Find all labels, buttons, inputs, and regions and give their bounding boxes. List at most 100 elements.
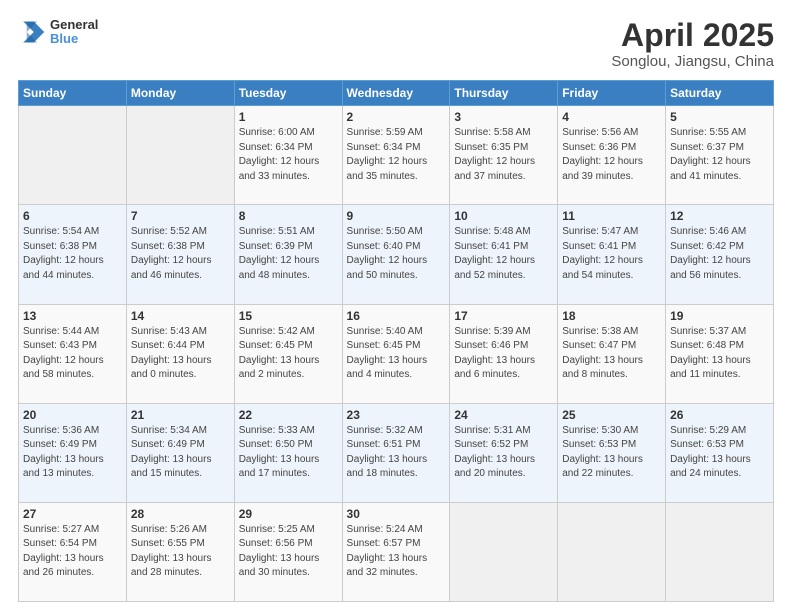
day-info: Sunrise: 5:59 AMSunset: 6:34 PMDaylight:… xyxy=(347,126,446,184)
calendar-cell: 17 Sunrise: 5:39 AMSunset: 6:46 PMDayligh… xyxy=(450,304,558,403)
calendar-week: 20Sunrise: 5:36 AMSunset: 6:49 PMDayligh… xyxy=(19,403,774,502)
day-number: 21 xyxy=(131,408,230,422)
day-info: Sunrise: 5:47 AMSunset: 6:41 PMDaylight:… xyxy=(562,225,661,283)
day-number: 3 xyxy=(454,110,553,124)
day-info: Sunrise: 5:36 AMSunset: 6:49 PMDaylight:… xyxy=(23,424,122,482)
subtitle: Songlou, Jiangsu, China xyxy=(611,53,774,70)
day-number: 22 xyxy=(239,408,338,422)
day-number: 16 xyxy=(347,309,446,323)
calendar-cell: 26Sunrise: 5:29 AMSunset: 6:53 PMDayligh… xyxy=(666,403,774,502)
day-number: 9 xyxy=(347,209,446,223)
day-info: Sunrise: 5:29 AMSunset: 6:53 PMDaylight:… xyxy=(670,424,769,482)
day-info: Sunrise: 5:37 AMSunset: 6:48 PMDaylight:… xyxy=(670,325,769,383)
day-number: 19 xyxy=(670,309,769,323)
calendar-cell: 22 Sunrise: 5:33 AMSunset: 6:50 PMDayligh… xyxy=(234,403,342,502)
logo-line2: Blue xyxy=(50,32,98,46)
calendar-week: 27Sunrise: 5:27 AMSunset: 6:54 PMDayligh… xyxy=(19,502,774,601)
calendar-cell: 23 Sunrise: 5:32 AMSunset: 6:51 PMDayligh… xyxy=(342,403,450,502)
calendar-cell xyxy=(450,502,558,601)
day-info: Sunrise: 5:44 AMSunset: 6:43 PMDaylight:… xyxy=(23,325,122,383)
calendar-cell: 6Sunrise: 5:54 AMSunset: 6:38 PMDaylight… xyxy=(19,205,127,304)
day-number: 2 xyxy=(347,110,446,124)
day-info: Sunrise: 5:40 AMSunset: 6:45 PMDaylight:… xyxy=(347,325,446,383)
calendar-cell: 2 Sunrise: 5:59 AMSunset: 6:34 PMDaylight… xyxy=(342,106,450,205)
calendar-cell: 24Sunrise: 5:31 AMSunset: 6:52 PMDayligh… xyxy=(450,403,558,502)
calendar-cell: 5 Sunrise: 5:55 AMSunset: 6:37 PMDaylight… xyxy=(666,106,774,205)
day-info: Sunrise: 5:46 AMSunset: 6:42 PMDaylight:… xyxy=(670,225,769,283)
day-number: 14 xyxy=(131,309,230,323)
calendar-cell xyxy=(558,502,666,601)
calendar-cell: 18Sunrise: 5:38 AMSunset: 6:47 PMDayligh… xyxy=(558,304,666,403)
calendar-body: 1 Sunrise: 6:00 AMSunset: 6:34 PMDaylight… xyxy=(19,106,774,602)
calendar-cell: 16 Sunrise: 5:40 AMSunset: 6:45 PMDayligh… xyxy=(342,304,450,403)
day-number: 8 xyxy=(239,209,338,223)
calendar-week: 1 Sunrise: 6:00 AMSunset: 6:34 PMDaylight… xyxy=(19,106,774,205)
day-number: 29 xyxy=(239,507,338,521)
day-info: Sunrise: 5:56 AMSunset: 6:36 PMDaylight:… xyxy=(562,126,661,184)
day-info: Sunrise: 5:43 AMSunset: 6:44 PMDaylight:… xyxy=(131,325,230,383)
calendar-cell: 25 Sunrise: 5:30 AMSunset: 6:53 PMDayligh… xyxy=(558,403,666,502)
day-info: Sunrise: 5:25 AMSunset: 6:56 PMDaylight:… xyxy=(239,523,338,581)
day-number: 28 xyxy=(131,507,230,521)
calendar-cell: 11 Sunrise: 5:47 AMSunset: 6:41 PMDayligh… xyxy=(558,205,666,304)
day-number: 5 xyxy=(670,110,769,124)
calendar-cell: 12Sunrise: 5:46 AMSunset: 6:42 PMDayligh… xyxy=(666,205,774,304)
day-info: Sunrise: 5:42 AMSunset: 6:45 PMDaylight:… xyxy=(239,325,338,383)
calendar-cell: 13Sunrise: 5:44 AMSunset: 6:43 PMDayligh… xyxy=(19,304,127,403)
day-info: Sunrise: 5:26 AMSunset: 6:55 PMDaylight:… xyxy=(131,523,230,581)
day-number: 30 xyxy=(347,507,446,521)
day-info: Sunrise: 5:34 AMSunset: 6:49 PMDaylight:… xyxy=(131,424,230,482)
day-info: Sunrise: 5:33 AMSunset: 6:50 PMDaylight:… xyxy=(239,424,338,482)
logo: General Blue xyxy=(18,18,98,47)
calendar-cell xyxy=(666,502,774,601)
calendar-cell: 29 Sunrise: 5:25 AMSunset: 6:56 PMDayligh… xyxy=(234,502,342,601)
day-info: Sunrise: 5:31 AMSunset: 6:52 PMDaylight:… xyxy=(454,424,553,482)
day-number: 18 xyxy=(562,309,661,323)
day-header: Monday xyxy=(126,81,234,106)
day-header: Tuesday xyxy=(234,81,342,106)
calendar-cell: 27Sunrise: 5:27 AMSunset: 6:54 PMDayligh… xyxy=(19,502,127,601)
day-number: 17 xyxy=(454,309,553,323)
day-info: Sunrise: 5:48 AMSunset: 6:41 PMDaylight:… xyxy=(454,225,553,283)
day-number: 27 xyxy=(23,507,122,521)
logo-line1: General xyxy=(50,18,98,32)
calendar-cell: 19 Sunrise: 5:37 AMSunset: 6:48 PMDayligh… xyxy=(666,304,774,403)
day-info: Sunrise: 6:00 AMSunset: 6:34 PMDaylight:… xyxy=(239,126,338,184)
calendar-cell: 8 Sunrise: 5:51 AMSunset: 6:39 PMDaylight… xyxy=(234,205,342,304)
day-header: Friday xyxy=(558,81,666,106)
calendar-cell: 28 Sunrise: 5:26 AMSunset: 6:55 PMDayligh… xyxy=(126,502,234,601)
days-row: SundayMondayTuesdayWednesdayThursdayFrid… xyxy=(19,81,774,106)
day-header: Sunday xyxy=(19,81,127,106)
day-number: 10 xyxy=(454,209,553,223)
calendar-cell: 3 Sunrise: 5:58 AMSunset: 6:35 PMDaylight… xyxy=(450,106,558,205)
day-number: 25 xyxy=(562,408,661,422)
calendar-week: 13Sunrise: 5:44 AMSunset: 6:43 PMDayligh… xyxy=(19,304,774,403)
calendar-cell: 1 Sunrise: 6:00 AMSunset: 6:34 PMDaylight… xyxy=(234,106,342,205)
day-info: Sunrise: 5:58 AMSunset: 6:35 PMDaylight:… xyxy=(454,126,553,184)
calendar-cell: 7Sunrise: 5:52 AMSunset: 6:38 PMDaylight… xyxy=(126,205,234,304)
day-number: 4 xyxy=(562,110,661,124)
day-info: Sunrise: 5:30 AMSunset: 6:53 PMDaylight:… xyxy=(562,424,661,482)
day-number: 11 xyxy=(562,209,661,223)
calendar-table: SundayMondayTuesdayWednesdayThursdayFrid… xyxy=(18,80,774,602)
calendar-cell xyxy=(126,106,234,205)
calendar-cell xyxy=(19,106,127,205)
day-info: Sunrise: 5:24 AMSunset: 6:57 PMDaylight:… xyxy=(347,523,446,581)
day-info: Sunrise: 5:39 AMSunset: 6:46 PMDaylight:… xyxy=(454,325,553,383)
calendar-week: 6Sunrise: 5:54 AMSunset: 6:38 PMDaylight… xyxy=(19,205,774,304)
day-info: Sunrise: 5:55 AMSunset: 6:37 PMDaylight:… xyxy=(670,126,769,184)
day-header: Wednesday xyxy=(342,81,450,106)
page: General Blue April 2025 Songlou, Jiangsu… xyxy=(0,0,792,612)
day-number: 6 xyxy=(23,209,122,223)
day-number: 1 xyxy=(239,110,338,124)
calendar-cell: 10 Sunrise: 5:48 AMSunset: 6:41 PMDayligh… xyxy=(450,205,558,304)
calendar-cell: 9Sunrise: 5:50 AMSunset: 6:40 PMDaylight… xyxy=(342,205,450,304)
day-info: Sunrise: 5:32 AMSunset: 6:51 PMDaylight:… xyxy=(347,424,446,482)
logo-text: General Blue xyxy=(50,18,98,47)
calendar-cell: 21 Sunrise: 5:34 AMSunset: 6:49 PMDayligh… xyxy=(126,403,234,502)
day-info: Sunrise: 5:51 AMSunset: 6:39 PMDaylight:… xyxy=(239,225,338,283)
header: General Blue April 2025 Songlou, Jiangsu… xyxy=(18,18,774,70)
day-number: 23 xyxy=(347,408,446,422)
title-block: April 2025 Songlou, Jiangsu, China xyxy=(611,18,774,70)
logo-icon xyxy=(18,18,46,46)
